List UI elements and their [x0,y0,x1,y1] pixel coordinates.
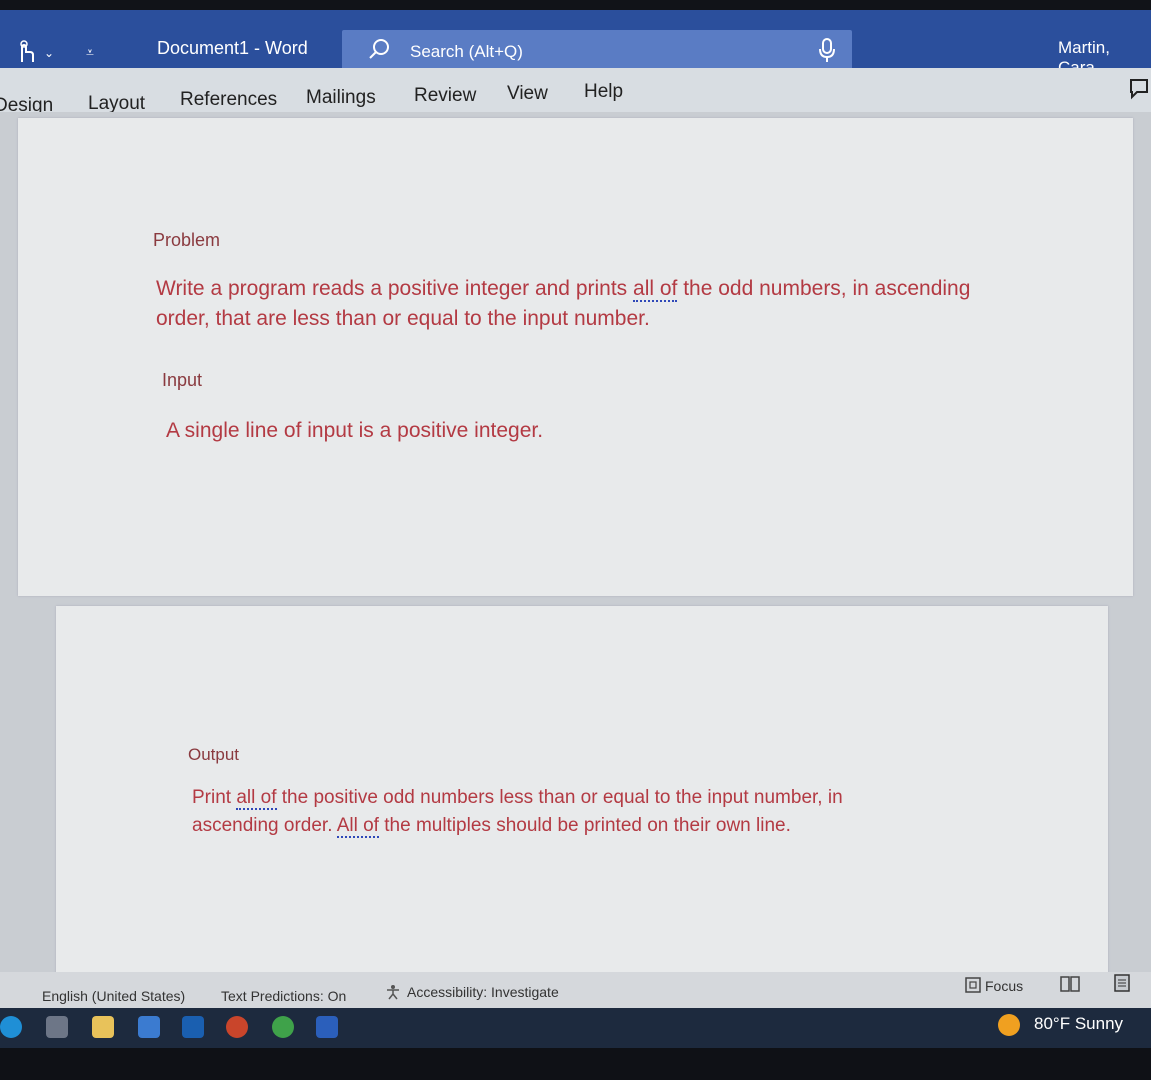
tab-help[interactable]: Help [584,81,623,103]
read-mode-icon[interactable] [1060,976,1080,997]
problem-heading: Problem [153,230,221,250]
focus-button[interactable]: Focus [985,978,1023,994]
task-view-icon[interactable] [46,1016,68,1038]
microphone-icon[interactable] [818,37,836,63]
accessibility-icon [385,984,401,1005]
weather-status[interactable]: 80°F Sunny [1034,1014,1123,1034]
input-text: A single line of input is a positive int… [166,419,544,442]
input-heading: Input [162,370,203,390]
status-bar: English (United States) Text Predictions… [0,972,1151,1008]
tab-references[interactable]: References [180,89,277,111]
grammar-suggestion[interactable]: All of [336,815,379,838]
ribbon-tabs: Design Layout References Mailings Review… [0,68,1151,118]
tab-view[interactable]: View [507,83,548,105]
title-bar: ⌄ ⩡ Document1 - Word Search (Alt+Q) Mart… [0,10,1151,77]
problem-text: Write a program reads a positive integer… [156,277,971,330]
tab-mailings[interactable]: Mailings [306,87,376,109]
taskbar: 80°F Sunny [0,1008,1151,1048]
touch-mode-icon[interactable] [14,40,36,70]
text-predictions-status[interactable]: Text Predictions: On [221,988,346,1004]
search-icon [369,39,389,59]
grammar-suggestion[interactable]: all of [633,277,678,302]
edge-icon[interactable] [0,1016,22,1038]
word-icon[interactable] [316,1016,338,1038]
print-layout-icon[interactable] [1114,974,1130,997]
weather-icon[interactable] [998,1014,1020,1036]
focus-icon[interactable] [964,976,982,999]
powerpoint-icon[interactable] [226,1016,248,1038]
output-heading: Output [188,745,240,764]
chrome-icon[interactable] [272,1016,294,1038]
document-page-2[interactable]: Output Print all of the positive odd num… [56,606,1108,976]
language-status[interactable]: English (United States) [42,988,185,1004]
accessibility-status[interactable]: Accessibility: Investigate [407,984,559,1000]
output-text: Print all of the positive odd numbers le… [192,787,843,838]
comment-icon[interactable] [1127,76,1151,102]
document-title: Document1 - Word [157,38,308,58]
grammar-suggestion[interactable]: all of [236,787,277,810]
document-page-1[interactable]: Problem Write a program reads a positive… [18,118,1133,596]
search-box[interactable]: Search (Alt+Q) [342,30,852,72]
tab-review[interactable]: Review [414,85,476,107]
customize-qat-icon[interactable]: ⩡ [86,44,94,61]
outlook-icon[interactable] [182,1016,204,1038]
mail-icon[interactable] [138,1016,160,1038]
chevron-down-icon[interactable]: ⌄ [44,46,54,60]
search-input[interactable]: Search (Alt+Q) [410,42,523,62]
file-explorer-icon[interactable] [92,1016,114,1038]
screen-bezel [0,1048,1151,1080]
